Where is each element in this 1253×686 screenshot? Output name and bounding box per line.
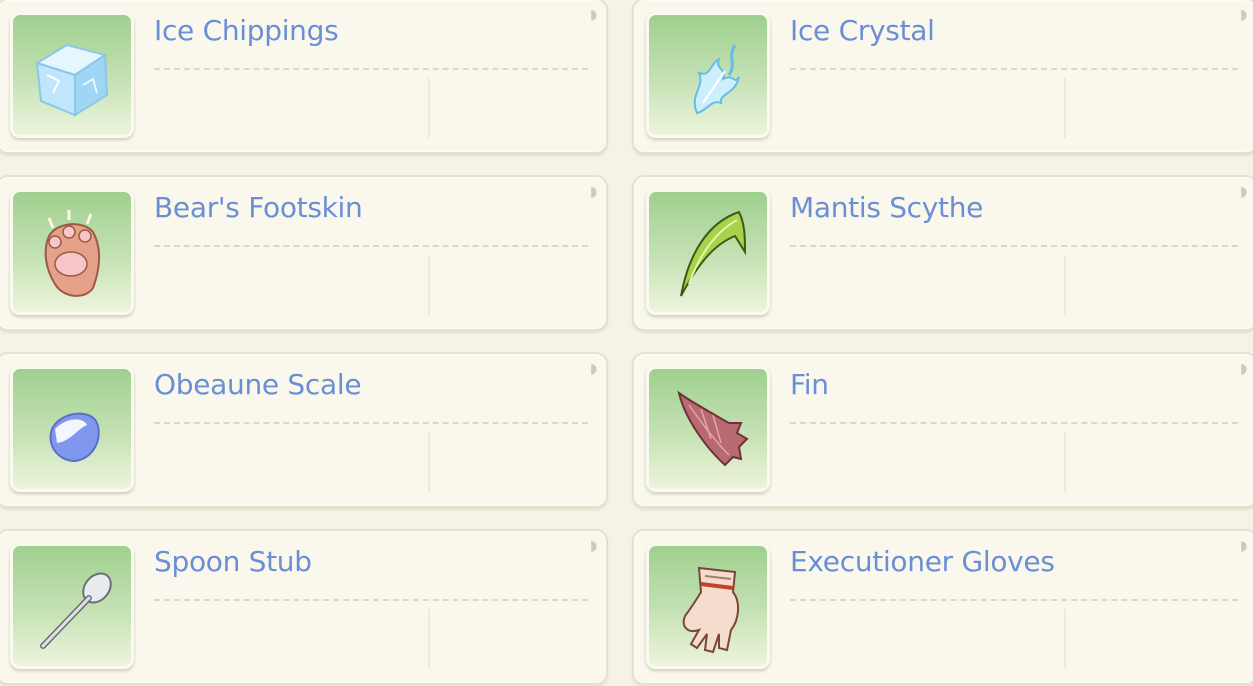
divider-vertical: [428, 609, 430, 669]
item-icon-frame: [10, 189, 134, 315]
fin-icon: [677, 390, 749, 467]
corner-tab-icon: ◗: [590, 538, 598, 554]
divider-vertical: [1064, 609, 1066, 669]
item-icon-frame: [10, 366, 134, 492]
scale-gem-icon: [49, 412, 100, 463]
divider: [154, 245, 588, 247]
item-card-spoon-stub[interactable]: Spoon Stub ◗: [0, 529, 608, 685]
corner-tab-icon: ◗: [590, 184, 598, 200]
item-card-executioner-gloves[interactable]: Executioner Gloves ◗: [632, 529, 1253, 685]
item-card-mantis-scythe[interactable]: Mantis Scythe ◗: [632, 175, 1253, 331]
corner-tab-icon: ◗: [1240, 361, 1248, 377]
item-card-ice-crystal[interactable]: Ice Crystal ◗: [632, 0, 1253, 154]
corner-tab-icon: ◗: [1240, 538, 1248, 554]
divider: [154, 422, 588, 424]
divider: [790, 422, 1238, 424]
spoon-icon: [40, 572, 112, 649]
item-name: Executioner Gloves: [790, 545, 1055, 578]
divider: [790, 245, 1238, 247]
item-name: Ice Crystal: [790, 14, 935, 47]
divider: [154, 68, 588, 70]
item-icon-frame: [646, 189, 770, 315]
item-icon-frame: [646, 12, 770, 138]
item-name: Fin: [790, 368, 829, 401]
mantis-scythe-icon: [680, 210, 747, 297]
divider: [790, 599, 1238, 601]
item-card-obeaune-scale[interactable]: Obeaune Scale ◗: [0, 352, 608, 508]
divider-vertical: [1064, 78, 1066, 138]
item-icon-frame: [10, 543, 134, 669]
item-name: Ice Chippings: [154, 14, 339, 47]
ice-cube-icon: [34, 43, 109, 117]
divider: [154, 599, 588, 601]
divider-vertical: [1064, 432, 1066, 492]
corner-tab-icon: ◗: [590, 7, 598, 23]
corner-tab-icon: ◗: [1240, 7, 1248, 23]
item-name: Mantis Scythe: [790, 191, 984, 224]
divider: [790, 68, 1238, 70]
item-card-ice-chippings[interactable]: Ice Chippings ◗: [0, 0, 608, 154]
divider-vertical: [428, 255, 430, 315]
item-name: Spoon Stub: [154, 545, 312, 578]
item-icon-frame: [646, 543, 770, 669]
item-card-fin[interactable]: Fin ◗: [632, 352, 1253, 508]
item-icon-frame: [10, 12, 134, 138]
divider-vertical: [1064, 255, 1066, 315]
item-icon-frame: [646, 366, 770, 492]
ice-crystal-icon: [693, 44, 740, 115]
item-name: Bear's Footskin: [154, 191, 363, 224]
item-card-bears-footskin[interactable]: Bear's Footskin ◗: [0, 175, 608, 331]
divider-vertical: [428, 432, 430, 492]
bear-paw-icon: [44, 210, 100, 297]
corner-tab-icon: ◗: [590, 361, 598, 377]
glove-icon: [682, 566, 739, 654]
corner-tab-icon: ◗: [1240, 184, 1248, 200]
item-name: Obeaune Scale: [154, 368, 362, 401]
item-grid: Ice Chippings ◗ Ice Crystal ◗ Bear's Foo…: [0, 0, 1253, 686]
divider-vertical: [428, 78, 430, 138]
